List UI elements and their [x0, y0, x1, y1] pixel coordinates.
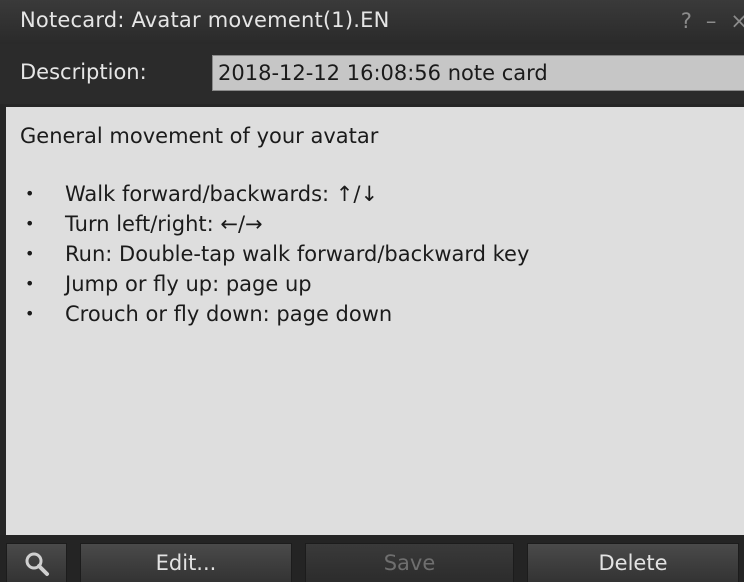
list-item-text: Turn left/right: ←/→ [65, 212, 263, 236]
title-bar[interactable]: Notecard: Avatar movement(1).EN ? – × [0, 0, 744, 44]
window-title: Notecard: Avatar movement(1).EN [20, 8, 390, 32]
list-item: • Turn left/right: ←/→ [20, 209, 732, 239]
list-item-text: Run: Double-tap walk forward/backward ke… [65, 242, 530, 266]
notecard-heading: General movement of your avatar [20, 124, 379, 148]
help-icon[interactable]: ? [681, 9, 692, 33]
edit-button[interactable]: Edit... [80, 543, 292, 582]
bullet: • [25, 304, 35, 323]
window-controls: ? – × [667, 4, 744, 38]
notecard-window: Notecard: Avatar movement(1).EN ? – × De… [0, 0, 744, 582]
list-item-text: Walk forward/backwards: ↑/↓ [65, 182, 379, 206]
bullet: • [25, 184, 35, 203]
list-item: • Crouch or fly down: page down [20, 299, 732, 329]
bullet: • [25, 244, 35, 263]
close-icon[interactable]: × [730, 9, 744, 33]
description-label: Description: [20, 60, 147, 84]
list-item-text: Crouch or fly down: page down [65, 302, 393, 326]
save-button[interactable]: Save [305, 543, 514, 582]
minimize-icon[interactable]: – [706, 9, 717, 33]
list-item: • Run: Double-tap walk forward/backward k… [20, 239, 732, 269]
delete-button[interactable]: Delete [527, 543, 739, 582]
movement-list: • Walk forward/backwards: ↑/↓ • Turn left/… [20, 179, 732, 329]
bullet: • [25, 274, 35, 293]
search-button[interactable] [6, 543, 67, 582]
list-item: • Jump or fly up: page up [20, 269, 732, 299]
notecard-text-area[interactable]: General movement of your avatar • Walk fo… [6, 107, 744, 535]
search-icon [25, 552, 49, 576]
description-row: Description: [0, 44, 744, 104]
list-item: • Walk forward/backwards: ↑/↓ [20, 179, 732, 209]
bullet: • [25, 214, 35, 233]
list-item-text: Jump or fly up: page up [65, 272, 312, 296]
button-bar: Edit... Save Delete [0, 535, 744, 582]
description-input[interactable] [212, 55, 744, 91]
